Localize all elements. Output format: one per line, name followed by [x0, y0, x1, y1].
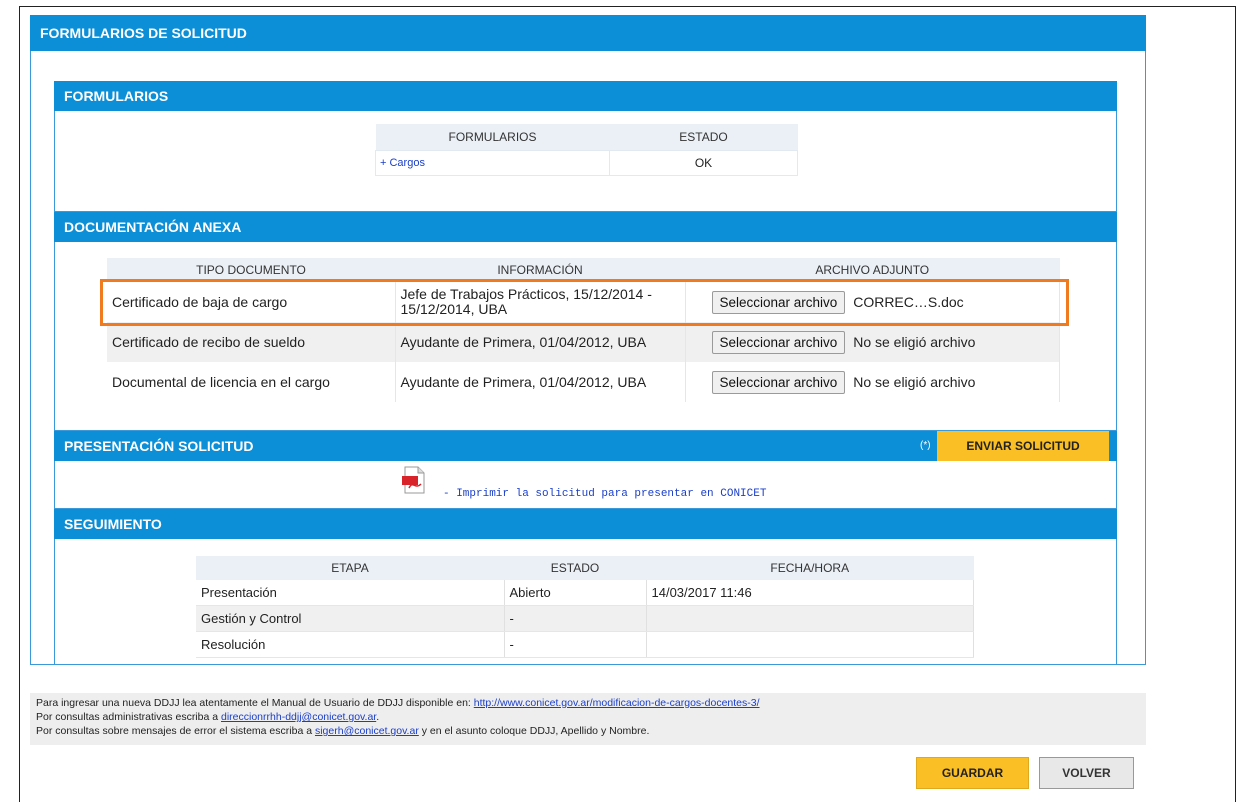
cargos-estado: OK	[609, 150, 798, 176]
table-row: + Cargos OK	[375, 150, 798, 176]
table-row: Documental de licencia en el cargo Ayuda…	[107, 362, 1060, 402]
table-row: Certificado de recibo de sueldo Ayudante…	[107, 322, 1060, 362]
footer-line-2: Por consultas administrativas escriba a …	[36, 711, 380, 723]
seguimiento-title: SEGUIMIENTO	[64, 516, 162, 532]
required-note: (*)	[920, 440, 931, 451]
fecha-hora: 14/03/2017 11:46	[646, 580, 974, 606]
estado: Abierto	[504, 580, 647, 606]
footer-line-1: Para ingresar una nueva DDJJ lea atentam…	[36, 697, 760, 709]
print-request-link[interactable]: - Imprimir la solicitud para presentar e…	[443, 488, 766, 500]
formularios-title: FORMULARIOS	[64, 88, 169, 104]
seguimiento-table: ETAPA ESTADO FECHA/HORA Presentación Abi…	[196, 556, 974, 658]
seguimiento-header: SEGUIMIENTO	[54, 509, 1117, 539]
doc-info: Ayudante de Primera, 01/04/2012, UBA	[395, 322, 686, 362]
documentacion-header: DOCUMENTACIÓN ANEXA	[54, 212, 1117, 242]
select-file-button[interactable]: Seleccionar archivo	[711, 370, 846, 394]
table-row: Presentación Abierto 14/03/2017 11:46	[196, 580, 974, 606]
etapa: Gestión y Control	[196, 605, 505, 632]
doc-file-cell: Seleccionar archivo No se eligió archivo	[685, 362, 1060, 402]
fecha-hora	[646, 605, 974, 632]
presentacion-title: PRESENTACIÓN SOLICITUD	[64, 438, 254, 454]
doc-info: Ayudante de Primera, 01/04/2012, UBA	[395, 362, 686, 402]
etapa: Presentación	[196, 580, 505, 606]
error-email-link[interactable]: sigerh@conicet.gov.ar	[315, 725, 419, 737]
table-row: Gestión y Control -	[196, 605, 974, 632]
formularios-table: FORMULARIOS ESTADO + Cargos OK	[375, 124, 798, 176]
highlight-box	[100, 279, 1069, 326]
etapa: Resolución	[196, 631, 505, 658]
col-estado: ESTADO	[504, 556, 646, 580]
save-button[interactable]: GUARDAR	[916, 757, 1029, 789]
footer-line-3: Por consultas sobre mensajes de error el…	[36, 725, 650, 737]
select-file-button[interactable]: Seleccionar archivo	[711, 330, 846, 354]
footer-info: Para ingresar una nueva DDJJ lea atentam…	[30, 693, 1146, 745]
estado: -	[504, 631, 647, 658]
estado: -	[504, 605, 647, 632]
pdf-icon[interactable]	[401, 466, 427, 494]
col-etapa: ETAPA	[196, 556, 504, 580]
main-header: FORMULARIOS DE SOLICITUD	[30, 15, 1146, 51]
table-row: Resolución -	[196, 631, 974, 658]
manual-link[interactable]: http://www.conicet.gov.ar/modificacion-d…	[474, 697, 760, 709]
file-name: No se eligió archivo	[853, 373, 976, 390]
doc-file-cell: Seleccionar archivo No se eligió archivo	[685, 322, 1060, 362]
col-estado: ESTADO	[609, 124, 798, 151]
file-name: No se eligió archivo	[853, 333, 976, 350]
back-button[interactable]: VOLVER	[1039, 757, 1134, 789]
fecha-hora	[646, 631, 974, 658]
doc-tipo: Certificado de recibo de sueldo	[107, 322, 396, 362]
col-fecha-hora: FECHA/HORA	[646, 556, 974, 580]
send-request-button[interactable]: ENVIAR SOLICITUD	[937, 431, 1109, 461]
doc-tipo: Documental de licencia en el cargo	[107, 362, 396, 402]
col-formularios: FORMULARIOS	[375, 124, 610, 151]
cargos-link[interactable]: + Cargos	[375, 150, 610, 176]
documentacion-title: DOCUMENTACIÓN ANEXA	[64, 219, 242, 235]
main-title: FORMULARIOS DE SOLICITUD	[40, 25, 247, 41]
formularios-header: FORMULARIOS	[54, 81, 1117, 111]
admin-email-link[interactable]: direccionrrhh-ddjj@conicet.gov.ar	[221, 711, 376, 723]
